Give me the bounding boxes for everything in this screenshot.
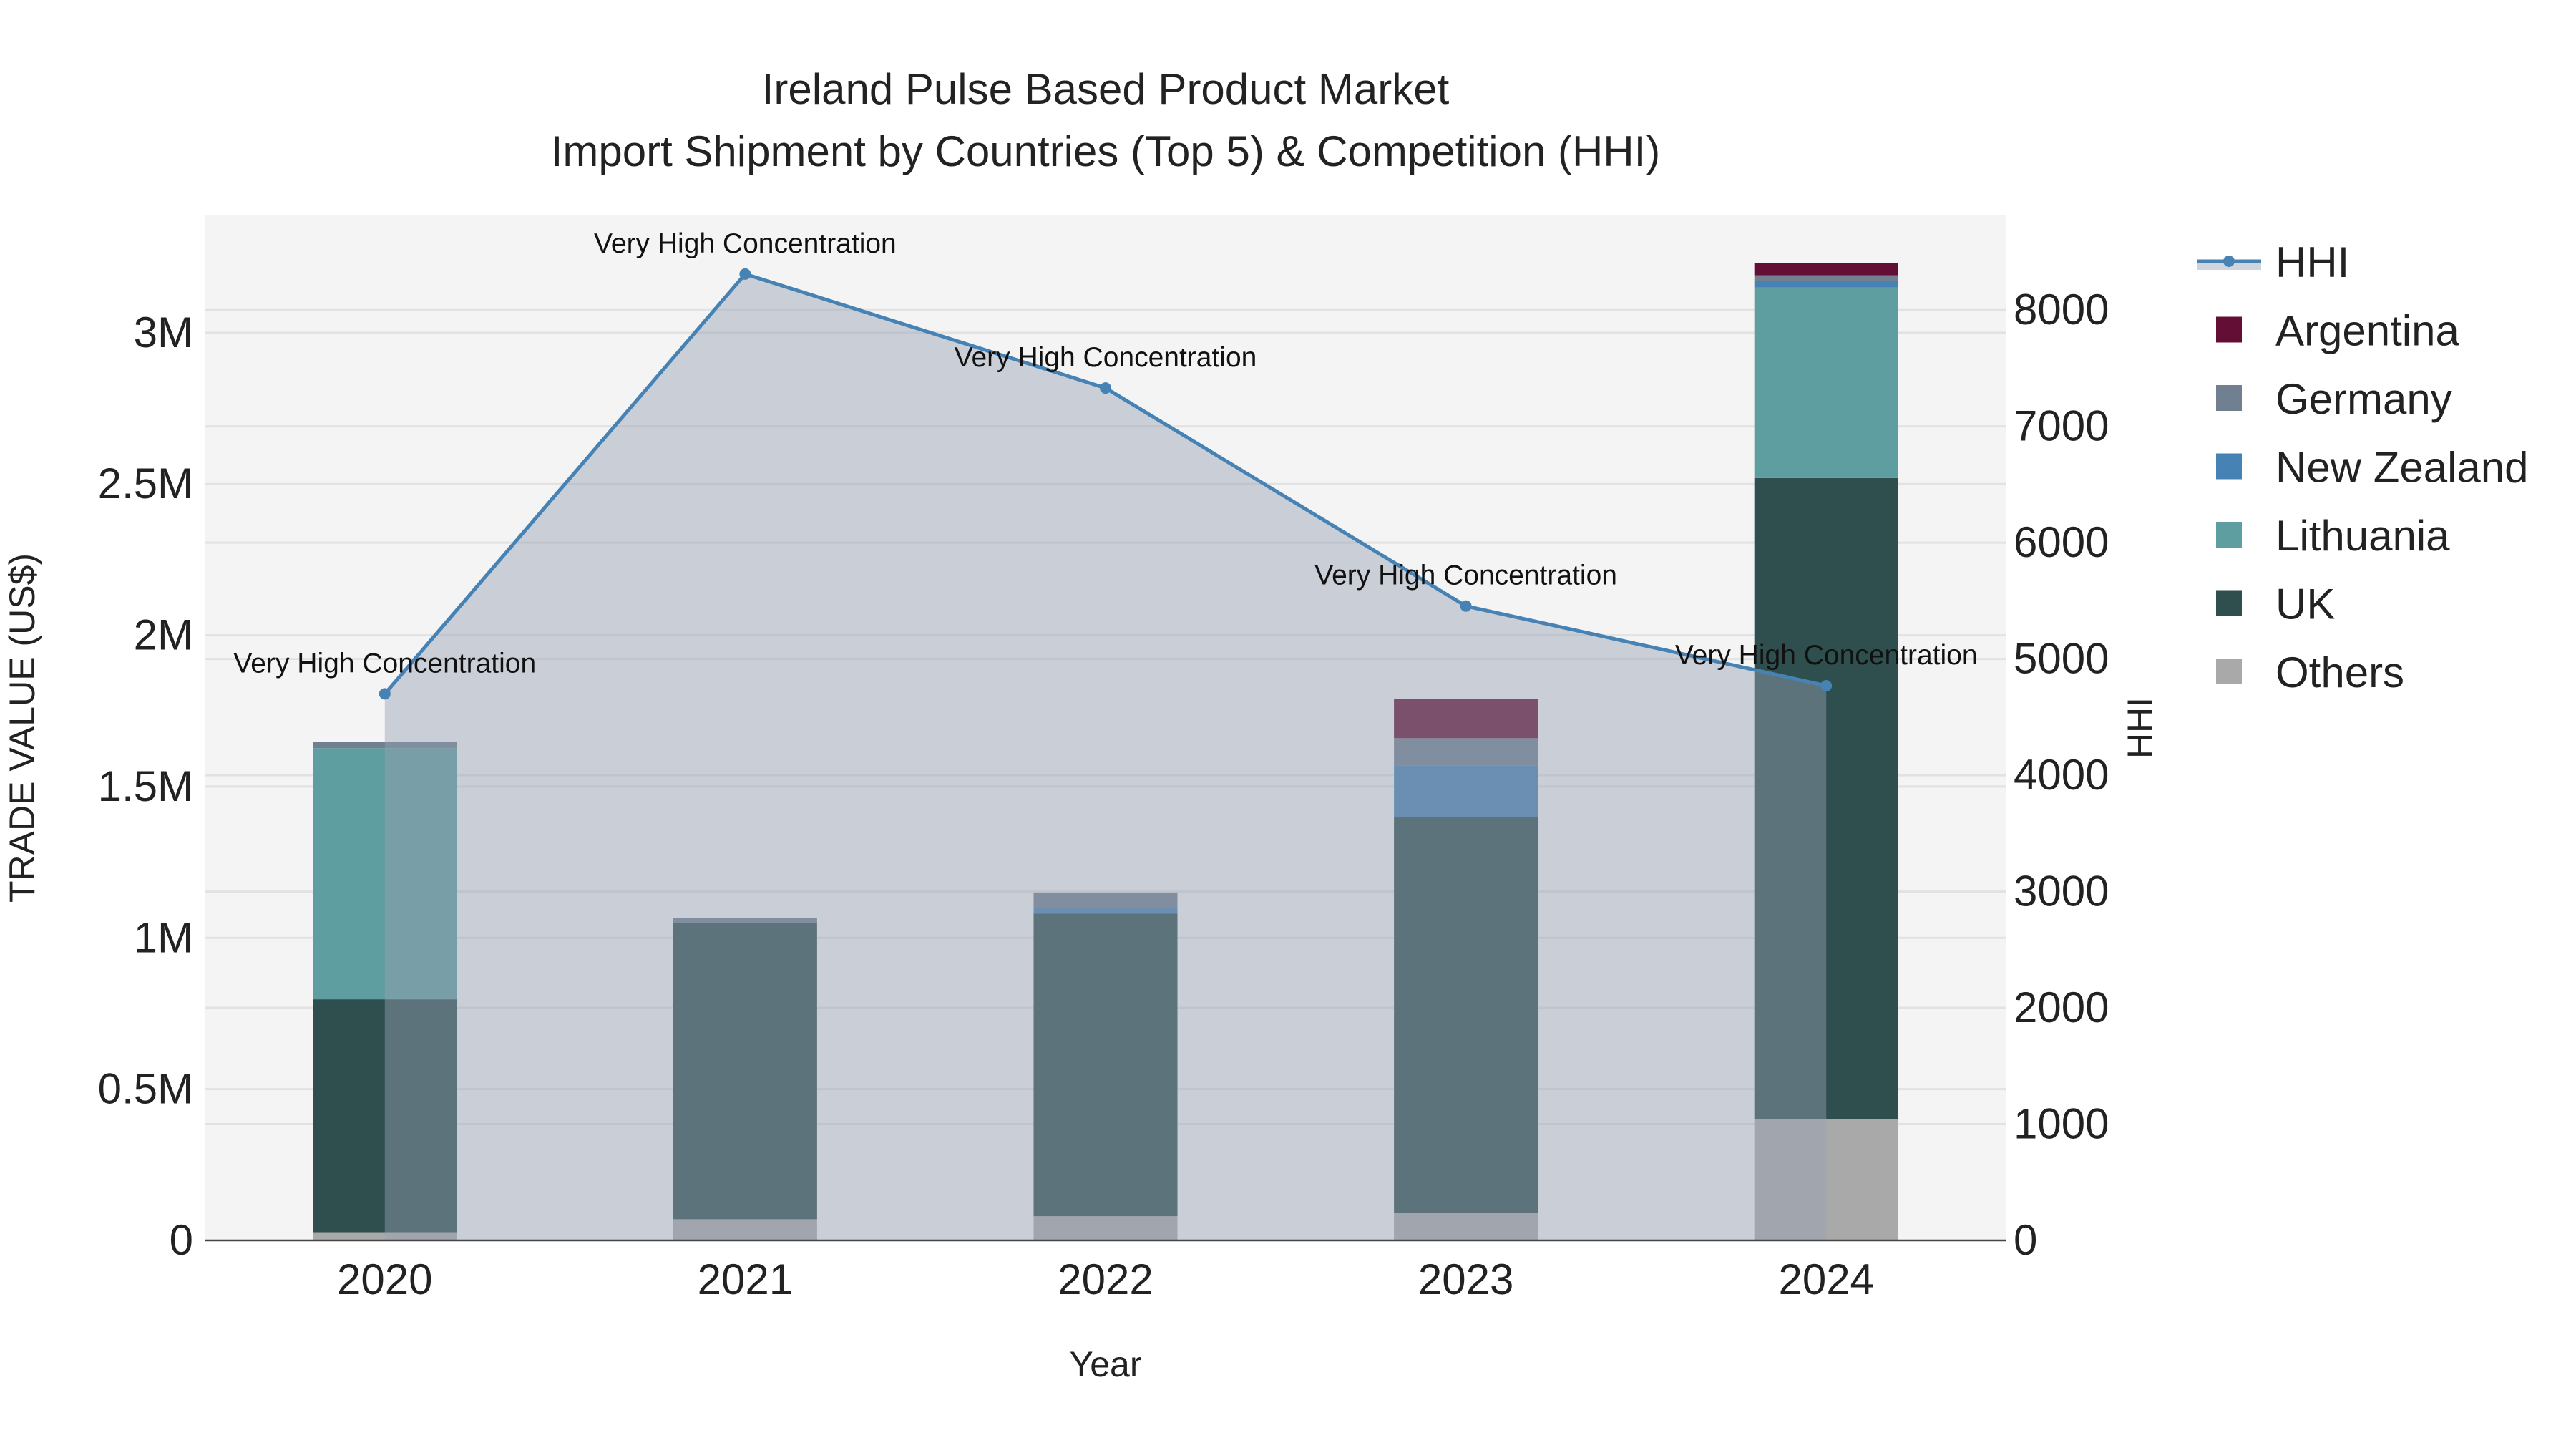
y2-tick-label: 0 [2014, 1216, 2037, 1264]
legend-item-uk[interactable]: UK [2216, 580, 2335, 628]
y-tick-label: 2.5M [98, 460, 193, 507]
legend-item-argentina[interactable]: Argentina [2216, 307, 2459, 355]
x-tick-label: 2021 [698, 1255, 793, 1303]
legend: HHI Argentina Germany New Zealand Lithuania U… [2197, 238, 2529, 696]
bar-argentina-2024 [1754, 263, 1898, 276]
y2-axis-title: HHI [2120, 697, 2160, 759]
y-tick-label: 2M [134, 611, 193, 659]
y-tick-label: 0 [170, 1216, 193, 1264]
y2-tick-label: 8000 [2014, 286, 2109, 334]
y2-tick-label: 5000 [2014, 635, 2109, 683]
x-axis-ticks: 2020 2021 2022 2023 2024 [337, 1255, 1874, 1303]
legend-item-others[interactable]: Others [2216, 648, 2404, 696]
chart-title: Ireland Pulse Based Product Market [762, 65, 1450, 113]
legend-label: UK [2275, 580, 2335, 628]
legend-item-germany[interactable]: Germany [2216, 375, 2452, 423]
y2-tick-label: 3000 [2014, 868, 2109, 915]
y2-tick-label: 4000 [2014, 751, 2109, 799]
y2-tick-label: 7000 [2014, 402, 2109, 450]
hhi-annotation: Very High Concentration [955, 342, 1257, 373]
y2-tick-label: 6000 [2014, 518, 2109, 566]
legend-label: Argentina [2275, 307, 2459, 355]
legend-item-lithuania[interactable]: Lithuania [2216, 512, 2450, 560]
chart-subtitle: Import Shipment by Countries (Top 5) & C… [551, 127, 1661, 175]
y-axis-ticks: 0 0.5M 1M 1.5M 2M 2.5M 3M [98, 308, 193, 1264]
y-tick-label: 3M [134, 308, 193, 356]
legend-swatch [2216, 385, 2242, 411]
hhi-point [1460, 600, 1472, 612]
hhi-point [739, 268, 751, 280]
legend-label: Germany [2275, 375, 2452, 423]
hhi-annotation: Very High Concentration [1675, 640, 1978, 671]
y-tick-label: 1.5M [98, 762, 193, 810]
x-tick-label: 2024 [1778, 1255, 1873, 1303]
legend-label: New Zealand [2275, 444, 2529, 492]
y-tick-label: 1M [134, 913, 193, 961]
x-tick-label: 2023 [1418, 1255, 1513, 1303]
hhi-annotation: Very High Concentration [1314, 560, 1617, 591]
bar-germany-2024 [1754, 275, 1898, 281]
legend-swatch [2216, 453, 2242, 480]
y2-tick-label: 2000 [2014, 983, 2109, 1031]
legend-label: HHI [2275, 238, 2349, 286]
x-tick-label: 2020 [337, 1255, 432, 1303]
legend-swatch [2216, 590, 2242, 616]
y2-axis-ticks: 0 1000 2000 3000 4000 5000 6000 7000 8000 [2014, 286, 2109, 1264]
hhi-point [1100, 382, 1111, 394]
bar-lithuania-2024 [1754, 287, 1898, 478]
legend-swatch [2216, 522, 2242, 548]
legend-item-hhi[interactable]: HHI [2197, 238, 2349, 286]
hhi-point [379, 688, 391, 700]
legend-swatch [2216, 316, 2242, 343]
legend-item-new-zealand[interactable]: New Zealand [2216, 444, 2529, 492]
hhi-annotation: Very High Concentration [594, 228, 897, 259]
legend-swatch [2216, 659, 2242, 684]
chart: Very High Concentration Very High Concent… [2, 65, 2529, 1384]
hhi-annotation: Very High Concentration [233, 648, 536, 679]
y-axis-title: TRADE VALUE (US$) [2, 553, 42, 903]
x-axis-title: Year [1069, 1344, 1141, 1384]
legend-label: Lithuania [2275, 512, 2450, 560]
y2-tick-label: 1000 [2014, 1100, 2109, 1148]
y-tick-label: 0.5M [98, 1065, 193, 1113]
bar-new-zealand-2024 [1754, 281, 1898, 288]
legend-label: Others [2275, 648, 2404, 696]
hhi-point [1820, 680, 1833, 692]
x-tick-label: 2022 [1058, 1255, 1153, 1303]
legend-swatch [2223, 256, 2235, 267]
